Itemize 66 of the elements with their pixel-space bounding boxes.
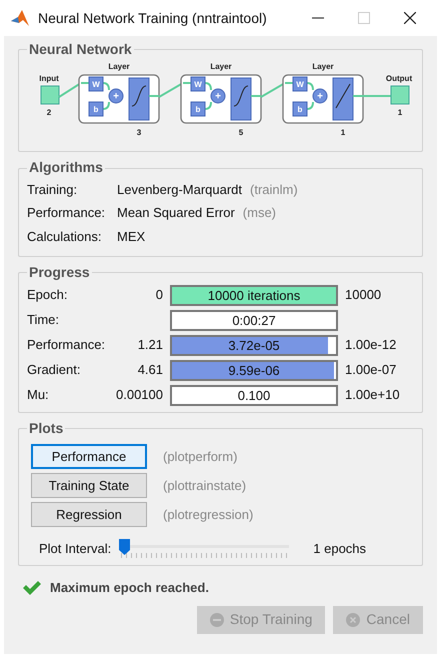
bias-label: b [196,105,200,114]
field-value: MEX [117,228,146,246]
start-value: 4.61 [136,361,163,380]
field-label: Calculations: [27,228,102,246]
start-value: 0.00100 [115,386,163,404]
bias-label: b [298,105,302,114]
end-value: 1.00e-12 [345,336,398,354]
slider-label: Plot Interval: [39,540,112,558]
group-title: Algorithms [28,160,104,176]
slider-reading: 1 epochs [313,540,366,558]
field-label: Time: [27,311,60,330]
layer-title: Layer [312,62,334,72]
group-title: Plots [28,420,64,436]
progress-reading: 3.72e-05 [227,336,281,354]
group-title: Neural Network [28,42,133,58]
start-value: 1.21 [136,336,163,354]
progress-reading: 10000 iterations [206,286,302,304]
field-label: Performance: [27,336,106,354]
weight-label: W [92,80,100,90]
field-label: Training: [27,180,78,199]
function-name: (trainlm) [250,180,298,199]
progress-reading: 9.59e-06 [227,362,281,379]
end-value: 1.00e-07 [345,361,398,380]
plot-interval-slider[interactable] [119,539,290,560]
field-label: Gradient: [27,361,82,380]
input-node [40,86,60,105]
close-icon [404,12,416,24]
sum-symbol: + [113,91,119,102]
output-node [390,86,410,105]
window-title: Neural Network Training (nntraintool) [38,8,267,28]
app-logo-icon [10,9,30,27]
sum-symbol: + [317,91,323,102]
start-value: 0 [154,286,163,304]
function-name: (plottrainstate) [163,476,246,495]
bias-label: b [94,105,98,114]
function-name: (plotperform) [163,448,238,466]
function-name: (mse) [242,204,276,222]
end-value: 10000 [345,286,382,304]
node-label: Input [39,74,59,84]
field-label: Performance: [27,204,106,222]
layer-size: 3 [136,128,142,138]
field-value: Mean Squared Error [117,204,235,222]
plot-button[interactable]: Regression [31,502,147,528]
node-size: 1 [398,108,402,118]
weight-label: W [194,80,202,90]
sum-symbol: + [215,91,221,102]
layer-title: Layer [210,62,232,72]
plot-button[interactable]: Performance [31,444,147,470]
node-label: Output [386,74,412,84]
slider-thumb[interactable] [119,539,130,556]
group-title: Progress [28,265,91,281]
function-name: (plotregression) [163,506,254,524]
field-value: Levenberg-Marquardt [117,180,242,199]
node-size: 2 [46,108,52,118]
field-label: Epoch: [27,286,68,304]
stop-icon [210,612,224,627]
layer-size: 5 [238,128,244,138]
layer-size: 1 [340,128,346,138]
maximize-icon [358,12,370,24]
layer-title: Layer [108,62,130,72]
plot-button[interactable]: Training State [31,473,147,498]
weight-label: W [296,80,304,90]
field-label: Mu: [27,386,50,404]
status-message: Maximum epoch reached. [50,579,209,598]
cancel-icon [346,612,360,627]
end-value: 1.00e+10 [345,386,401,404]
